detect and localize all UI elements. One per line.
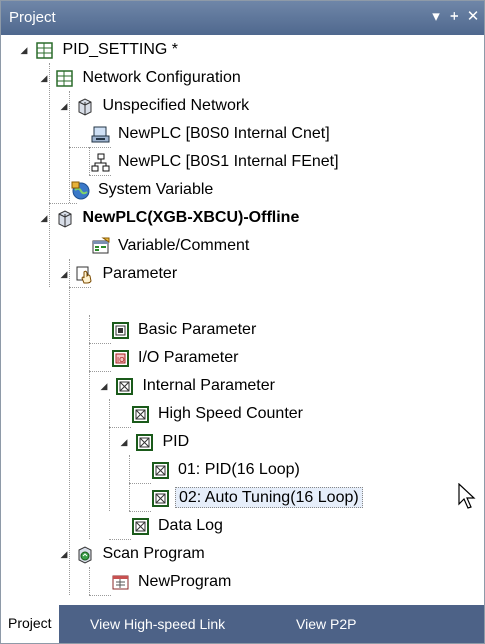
tree-node-io-parameter[interactable]: IO I/O Parameter: [111, 345, 241, 371]
panel-title: Project: [9, 9, 56, 26]
tree-node-unspecified-network[interactable]: ◢ Unspecified Network: [57, 93, 252, 119]
tree-node-plc[interactable]: ◢ NewPLC(XGB-XBCU)-Offline: [37, 205, 302, 231]
tree-node-system-variable[interactable]: System Variable: [71, 177, 216, 203]
network-icon: [75, 97, 94, 116]
collapse-icon[interactable]: ◢: [57, 93, 71, 119]
data-log-icon: [131, 517, 150, 536]
program-icon: [111, 573, 130, 592]
tab-project[interactable]: Project: [1, 604, 59, 643]
tree-node-internal-parameter[interactable]: ◢ Internal Parameter: [97, 373, 278, 399]
io-parameter-icon: IO: [111, 349, 130, 368]
collapse-icon[interactable]: ◢: [37, 65, 51, 91]
tree-node-pid-01[interactable]: 01: PID(16 Loop): [151, 457, 303, 483]
close-icon[interactable]: ✕: [464, 7, 482, 25]
network-configuration-icon: [55, 69, 74, 88]
collapse-icon[interactable]: ◢: [57, 541, 71, 567]
auto-tuning-icon: [151, 489, 170, 508]
svg-text:IO: IO: [117, 356, 125, 364]
variable-comment-icon: [91, 237, 110, 256]
collapse-icon[interactable]: ◢: [17, 37, 31, 63]
tree-node-scan-program[interactable]: ◢ Scan Program: [57, 541, 208, 567]
tab-view-high-speed-link[interactable]: View High-speed Link: [83, 605, 232, 643]
high-speed-counter-icon: [131, 405, 150, 424]
tree-node-basic-parameter[interactable]: Basic Parameter: [111, 317, 259, 343]
project-tree: ◢ PID_SETTING * ◢ Network Configuration …: [1, 35, 484, 605]
serial-port-icon: [91, 125, 110, 144]
tree-node-network-configuration[interactable]: ◢ Network Configuration: [37, 65, 244, 91]
tree-node-parameter[interactable]: ◢ Parameter: [57, 261, 180, 287]
panel-title-bar: Project ▾ ᚐ ✕: [1, 1, 484, 35]
tree-node-newplc-fenet[interactable]: NewPLC [B0S1 Internal FEnet]: [91, 149, 342, 175]
scan-program-icon: [75, 545, 94, 564]
tree-node-project-root[interactable]: ◢ PID_SETTING *: [17, 37, 181, 63]
tree-node-newplc-cnet[interactable]: NewPLC [B0S0 Internal Cnet]: [91, 121, 333, 147]
basic-parameter-icon: [111, 321, 130, 340]
plc-icon: [55, 209, 74, 228]
tree-node-pid-02[interactable]: 02: Auto Tuning(16 Loop): [151, 485, 363, 511]
panel-tabs: Project View High-speed Link View P2P: [1, 604, 484, 643]
collapse-icon[interactable]: ◢: [37, 205, 51, 231]
tree-node-pid[interactable]: ◢ PID: [117, 429, 192, 455]
tree-node-variable-comment[interactable]: Variable/Comment: [91, 233, 252, 259]
project-icon: [35, 41, 54, 60]
mouse-pointer-icon: [458, 482, 478, 515]
pid-icon: [135, 433, 154, 452]
internal-parameter-icon: [115, 377, 134, 396]
ethernet-icon: [91, 153, 110, 172]
project-panel: Project ▾ ᚐ ✕ ◢ PID_SETTING * ◢ Network …: [0, 0, 485, 644]
tab-view-p2p[interactable]: View P2P: [289, 605, 363, 643]
dropdown-icon[interactable]: ▾: [427, 7, 445, 25]
collapse-icon[interactable]: ◢: [57, 261, 71, 287]
collapse-icon[interactable]: ◢: [97, 373, 111, 399]
pid-loop-icon: [151, 461, 170, 480]
tree-node-high-speed-counter[interactable]: High Speed Counter: [131, 401, 306, 427]
pin-icon[interactable]: ᚐ: [446, 7, 464, 25]
tree-node-data-log[interactable]: Data Log: [131, 513, 226, 539]
tree-node-new-program[interactable]: NewProgram: [111, 569, 234, 595]
collapse-icon[interactable]: ◢: [117, 429, 131, 455]
parameter-icon: [75, 265, 94, 284]
system-variable-icon: [71, 181, 90, 200]
